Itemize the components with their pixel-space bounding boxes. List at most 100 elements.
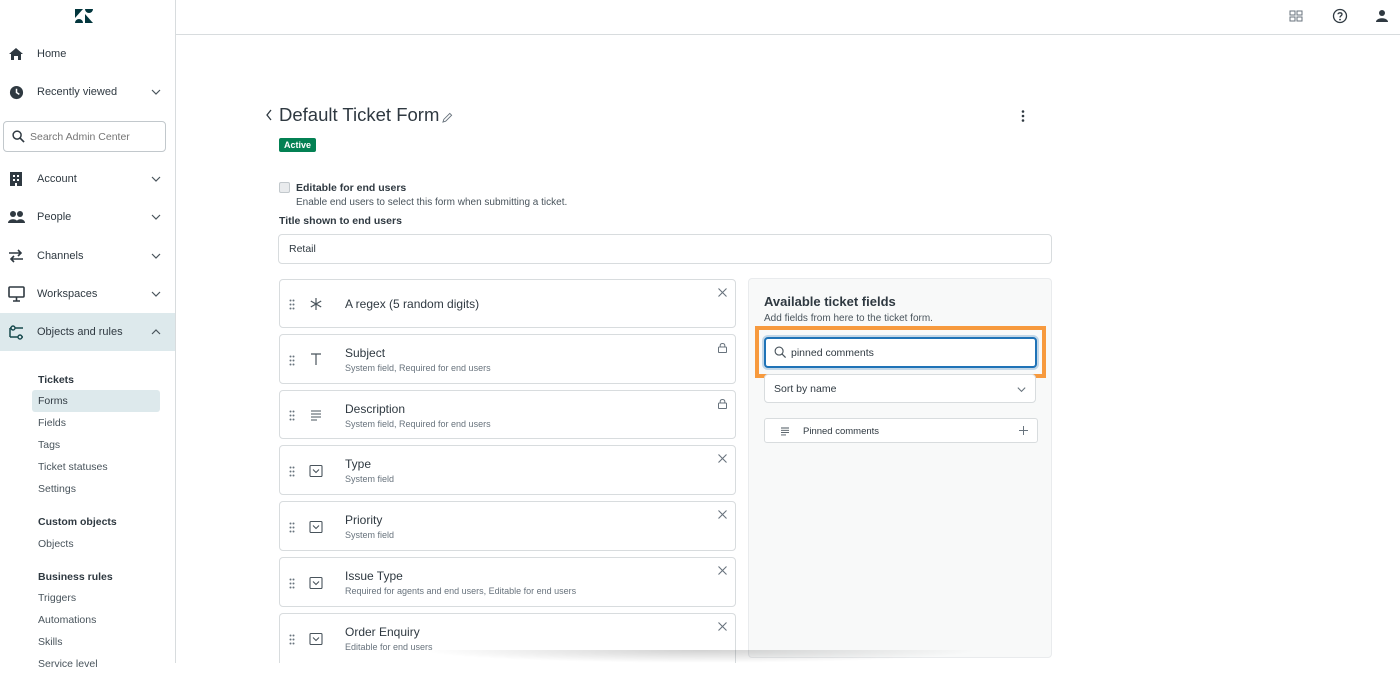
subnav-item-triggers[interactable]: Triggers [32, 587, 160, 609]
chevron-down-icon [151, 291, 161, 297]
field-name: Description [345, 402, 406, 416]
chevron-down-icon [151, 253, 161, 259]
help-icon[interactable] [1332, 8, 1348, 24]
dropdown-type-icon [309, 632, 323, 646]
dropdown-type-icon [309, 576, 323, 590]
apps-grid-icon[interactable] [1288, 8, 1304, 24]
field-card[interactable]: Description System field, Required for e… [279, 390, 736, 439]
field-card[interactable]: A regex (5 random digits) [279, 279, 736, 328]
multiline-text-icon [311, 410, 321, 421]
editable-checkbox[interactable] [279, 182, 290, 193]
highlight-box [755, 326, 1046, 378]
nav-home-label: Home [37, 48, 67, 60]
building-icon [7, 170, 25, 188]
clock-icon [7, 83, 25, 101]
field-subtext: System field [345, 474, 395, 484]
nav-objects-and-rules[interactable]: Objects and rules [0, 313, 175, 351]
zendesk-logo-icon[interactable] [74, 8, 94, 24]
field-card[interactable]: Type System field [279, 445, 736, 495]
back-arrow-icon[interactable] [263, 108, 275, 122]
field-name: Type [345, 457, 372, 471]
sort-select[interactable]: Sort by name [764, 374, 1036, 403]
field-card[interactable]: Priority System field [279, 501, 736, 551]
text-type-icon [311, 353, 321, 365]
admin-search[interactable] [3, 121, 166, 152]
subnav-item-objects[interactable]: Objects [32, 533, 160, 555]
more-options-icon[interactable] [1016, 109, 1030, 123]
nav-home[interactable]: Home [0, 35, 175, 73]
drag-handle-icon[interactable] [289, 355, 295, 366]
field-name: A regex (5 random digits) [345, 297, 480, 311]
drag-handle-icon[interactable] [289, 466, 295, 477]
remove-field-icon[interactable] [717, 453, 728, 464]
subnav-item-ticket-statuses[interactable]: Ticket statuses [32, 456, 160, 478]
nav-channels-label: Channels [37, 250, 84, 262]
user-profile-icon[interactable] [1374, 8, 1390, 24]
admin-search-input[interactable] [30, 128, 160, 146]
monitor-icon [7, 285, 25, 303]
field-name: Order Enquiry [345, 625, 420, 639]
field-subtext: System field, Required for end users [345, 363, 491, 373]
nav-recently-viewed-label: Recently viewed [37, 86, 118, 98]
sidebar: Home Recently viewed Account People Chan… [0, 0, 176, 670]
remove-field-icon[interactable] [717, 565, 728, 576]
nav-people-label: People [37, 211, 72, 223]
search-icon [12, 130, 25, 143]
nav-workspaces[interactable]: Workspaces [0, 275, 175, 313]
drag-handle-icon[interactable] [289, 522, 295, 533]
nav-objects-and-rules-label: Objects and rules [37, 326, 123, 338]
subnav-heading-business-rules: Business rules [38, 571, 113, 583]
panel-title: Available ticket fields [764, 294, 896, 309]
subnav-item-fields[interactable]: Fields [32, 412, 160, 434]
people-icon [7, 208, 25, 226]
lock-icon [718, 342, 727, 353]
multiline-text-icon [781, 427, 789, 436]
title-field-label: Title shown to end users [279, 215, 402, 227]
nav-people[interactable]: People [0, 198, 175, 236]
subnav-heading-tickets: Tickets [38, 374, 74, 386]
subnav-item-automations[interactable]: Automations [32, 609, 160, 631]
drag-handle-icon[interactable] [289, 634, 295, 645]
field-name: Priority [345, 513, 383, 527]
nav-account[interactable]: Account [0, 160, 175, 198]
chevron-down-icon [151, 176, 161, 182]
lock-icon [718, 398, 727, 409]
subnav-item-tags[interactable]: Tags [32, 434, 160, 456]
subnav-item-skills[interactable]: Skills [32, 631, 160, 653]
remove-field-icon[interactable] [717, 287, 728, 298]
available-field-item[interactable]: Pinned comments [764, 418, 1038, 443]
field-name: Issue Type [345, 569, 403, 583]
remove-field-icon[interactable] [717, 509, 728, 520]
title-shown-input[interactable] [278, 234, 1052, 264]
drag-handle-icon[interactable] [289, 299, 295, 310]
sort-select-value: Sort by name [774, 383, 837, 395]
subnav-item-settings[interactable]: Settings [32, 478, 160, 500]
objects-rules-icon [7, 323, 25, 341]
nav-recently-viewed[interactable]: Recently viewed [0, 73, 175, 111]
chevron-down-icon [151, 89, 161, 95]
pencil-edit-icon[interactable] [442, 112, 453, 123]
field-card[interactable]: Subject System field, Required for end u… [279, 334, 736, 384]
nav-account-label: Account [37, 173, 77, 185]
editable-checkbox-label: Editable for end users [296, 182, 407, 194]
field-subtext: System field, Required for end users [345, 419, 491, 429]
dropdown-type-icon [309, 464, 323, 478]
dropdown-type-icon [309, 520, 323, 534]
nav-workspaces-label: Workspaces [37, 288, 98, 300]
plus-add-icon[interactable] [1018, 425, 1029, 436]
field-card[interactable]: Issue Type Required for agents and end u… [279, 557, 736, 607]
scroll-shadow [420, 650, 980, 663]
editable-checkbox-hint: Enable end users to select this form whe… [296, 197, 568, 208]
page-title: Default Ticket Form [279, 104, 440, 125]
subnav-item-forms[interactable]: Forms [32, 390, 160, 412]
drag-handle-icon[interactable] [289, 410, 295, 421]
panel-subtitle: Add fields from here to the ticket form. [764, 313, 933, 324]
field-subtext: Required for agents and end users, Edita… [345, 586, 577, 596]
field-name: Subject [345, 346, 386, 360]
remove-field-icon[interactable] [717, 621, 728, 632]
top-bar [176, 0, 1400, 35]
chevron-down-icon [151, 214, 161, 220]
nav-channels[interactable]: Channels [0, 237, 175, 275]
drag-handle-icon[interactable] [289, 578, 295, 589]
subnav-item-service-level[interactable]: Service level [32, 653, 160, 675]
